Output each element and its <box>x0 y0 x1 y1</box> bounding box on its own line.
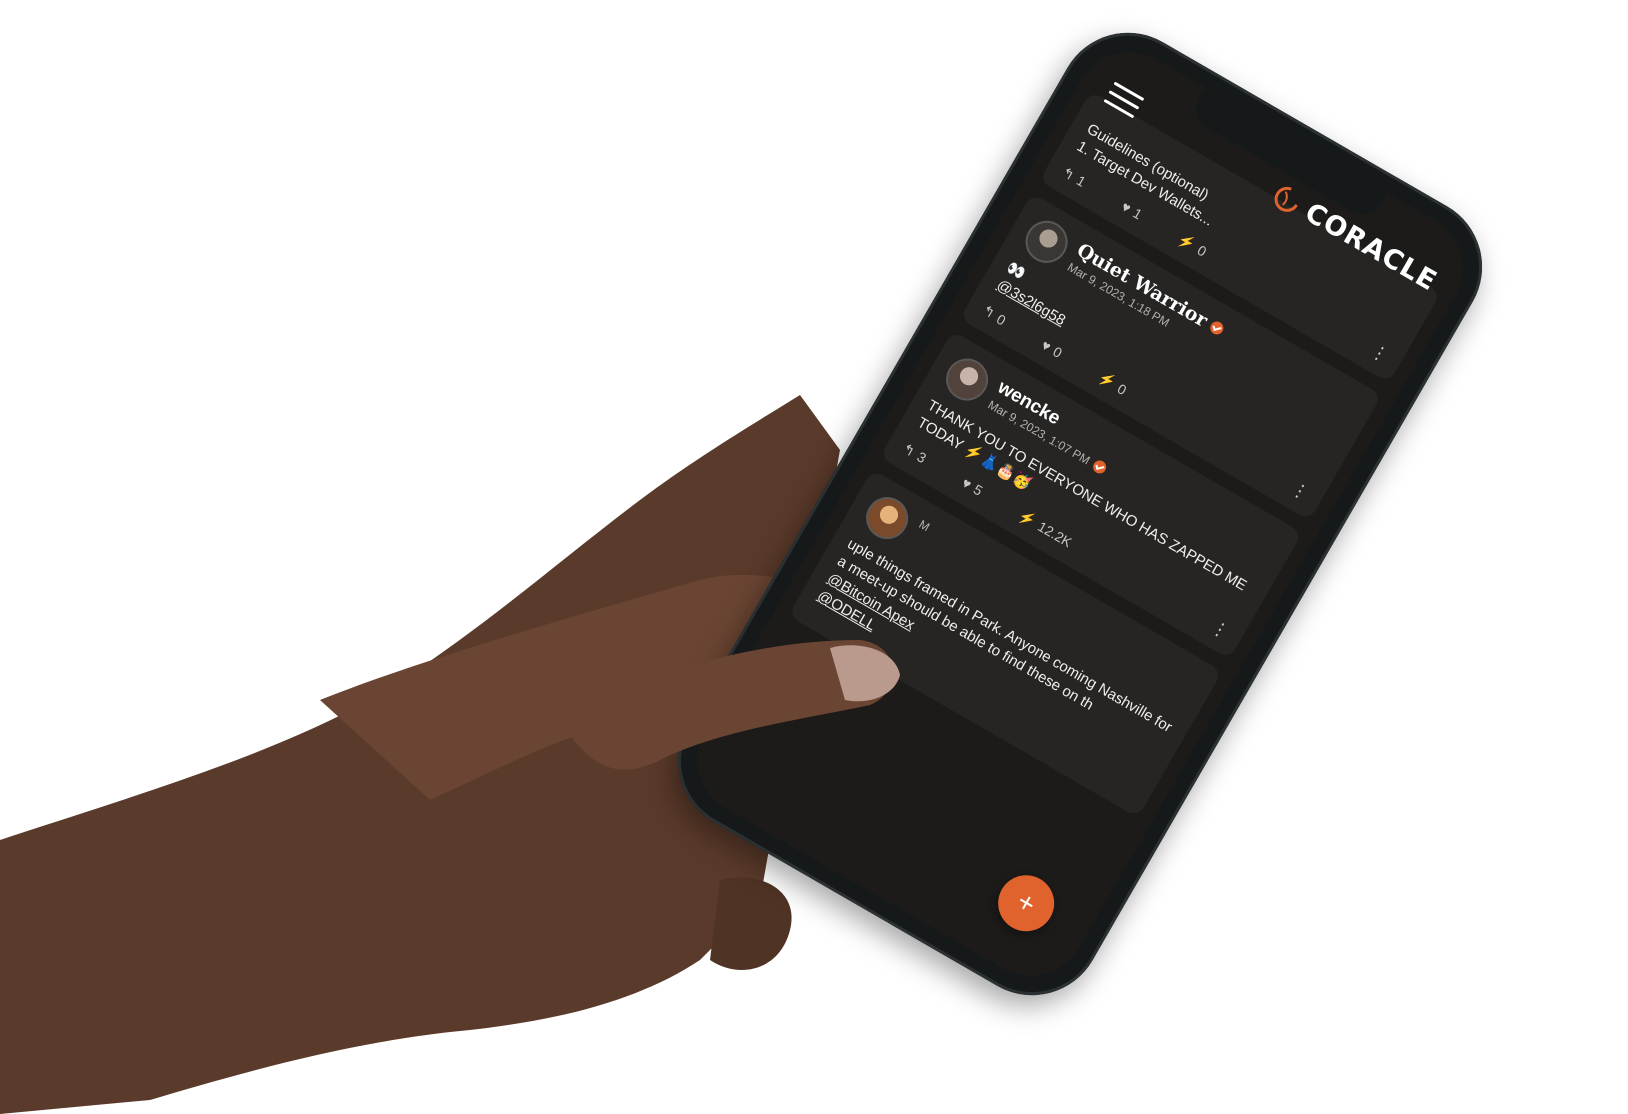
like-button[interactable]: ♥ 0 <box>1039 336 1065 360</box>
like-count: 5 <box>970 480 986 499</box>
reply-button[interactable]: ↰ 3 <box>900 440 930 467</box>
lightning-bolt-icon: ⚡ <box>1175 230 1199 253</box>
avatar[interactable] <box>1018 212 1076 271</box>
heart-icon: ♥ <box>1039 336 1055 355</box>
heart-icon: ♥ <box>1118 198 1134 217</box>
reply-button[interactable]: ↰ 0 <box>979 301 1009 328</box>
like-button[interactable]: ♥ 5 <box>959 474 985 498</box>
reply-arrow-icon: ↰ <box>900 439 919 460</box>
avatar[interactable] <box>858 488 917 547</box>
coracle-logo-icon <box>1274 186 1300 212</box>
heart-icon: ♥ <box>959 474 975 493</box>
menu-button[interactable] <box>1101 81 1145 123</box>
lightning-bolt-icon: ⚡ <box>1015 506 1040 530</box>
like-button[interactable]: ♥ 1 <box>1119 198 1145 222</box>
like-count: 1 <box>1130 204 1146 223</box>
zap-count: 0 <box>1194 241 1210 260</box>
reply-count: 1 <box>1073 172 1089 190</box>
reply-arrow-icon: ↰ <box>1059 163 1078 184</box>
note-date: M <box>916 516 933 534</box>
hamburger-icon <box>1103 81 1145 119</box>
avatar[interactable] <box>938 350 996 409</box>
zap-button[interactable]: ⚡ 0 <box>1095 368 1130 398</box>
lightning-bolt-icon: ⚡ <box>1095 368 1119 391</box>
verified-badge-icon <box>1207 319 1226 337</box>
zap-count: 0 <box>1114 379 1130 398</box>
reply-button[interactable]: ↰ 1 <box>1059 163 1089 190</box>
verified-badge-icon <box>1091 457 1110 476</box>
zap-button[interactable]: ⚡ 0 <box>1175 230 1210 260</box>
author-info: M <box>917 515 934 534</box>
reply-arrow-icon: ↰ <box>979 301 999 322</box>
zap-count: 12.2K <box>1035 518 1075 551</box>
like-count: 0 <box>1050 342 1066 361</box>
reply-count: 3 <box>914 448 930 467</box>
reply-count: 0 <box>994 310 1009 329</box>
